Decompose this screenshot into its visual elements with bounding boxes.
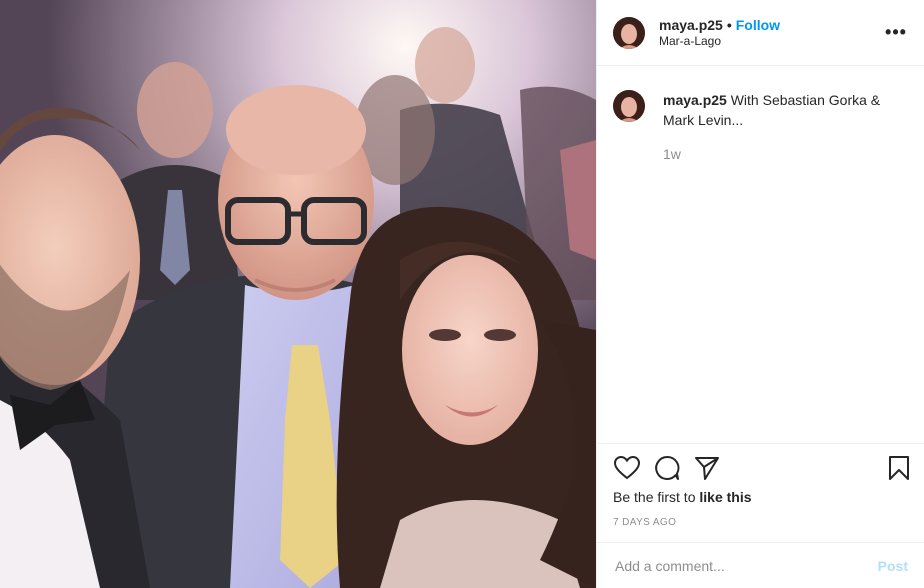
post-side-panel: maya.p25 • Follow Mar-a-Lago ••• maya.p25 … [596, 0, 924, 588]
like-button[interactable] [612, 453, 642, 483]
like-this-link[interactable]: like this [699, 489, 751, 505]
post-date[interactable]: 7 DAYS AGO [597, 509, 924, 528]
avatar[interactable] [613, 16, 645, 49]
comment-icon [655, 455, 680, 480]
likes-summary: Be the first to like this [597, 489, 924, 505]
actions-area: Be the first to like this 7 DAYS AGO [597, 443, 924, 528]
comment-bar: Post [597, 542, 924, 588]
heart-icon [614, 456, 640, 480]
follow-button[interactable]: Follow [736, 17, 780, 33]
profile-picture [613, 90, 645, 122]
caption: maya.p25 With Sebastian Gorka & Mark Lev… [597, 66, 924, 164]
instagram-post: maya.p25 • Follow Mar-a-Lago ••• maya.p25 … [0, 0, 924, 588]
header-username[interactable]: maya.p25 [659, 17, 723, 33]
caption-username[interactable]: maya.p25 [663, 92, 727, 108]
selfie-photo [0, 0, 596, 588]
location-link[interactable]: Mar-a-Lago [659, 33, 884, 49]
likes-prefix: Be the first to [613, 489, 700, 505]
action-bar [597, 444, 924, 492]
more-options-button[interactable]: ••• [884, 22, 908, 43]
profile-picture [613, 16, 645, 49]
comment-input[interactable] [613, 556, 878, 575]
post-comment-button[interactable]: Post [878, 558, 908, 574]
share-button[interactable] [692, 453, 722, 483]
comment-button[interactable] [652, 453, 682, 483]
caption-time[interactable]: 1w [663, 144, 903, 164]
header-separator: • [726, 16, 732, 33]
post-photo[interactable] [0, 0, 596, 588]
bookmark-icon [889, 456, 909, 480]
more-horizontal-icon: ••• [885, 22, 907, 42]
caption-avatar[interactable] [613, 90, 645, 122]
post-header: maya.p25 • Follow Mar-a-Lago ••• [597, 0, 924, 66]
paper-plane-icon [695, 457, 719, 480]
save-button[interactable] [884, 453, 914, 483]
